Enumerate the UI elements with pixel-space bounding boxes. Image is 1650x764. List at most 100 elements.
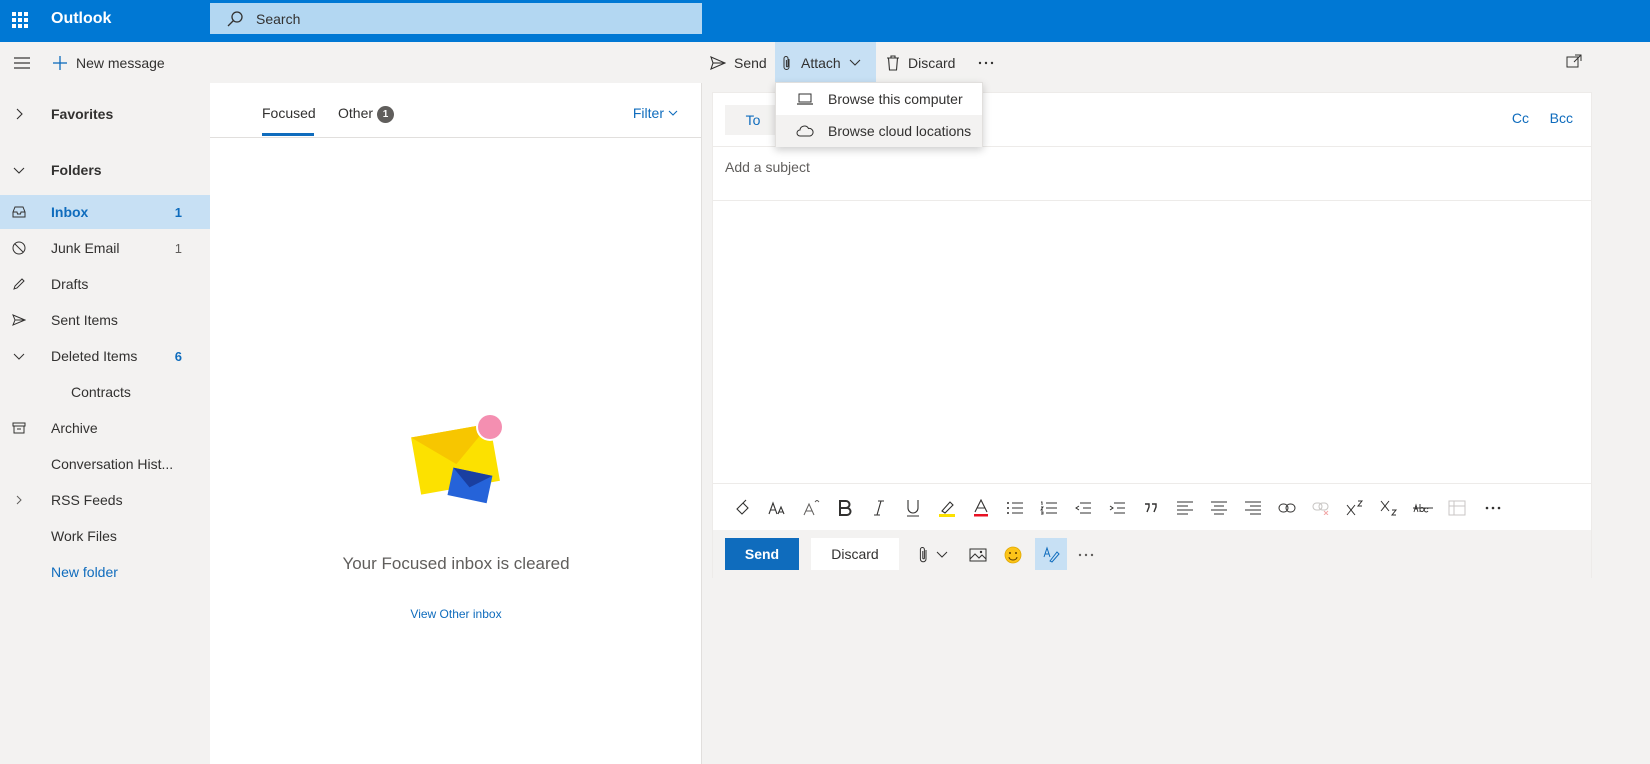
table-icon [1447,498,1467,518]
sidebar-item-drafts[interactable]: Drafts [0,267,210,301]
sidebar-item-conversation-history[interactable]: Conversation Hist... [0,447,210,481]
sidebar-item-deleted-items[interactable]: Deleted Items 6 [0,339,210,373]
unread-count: 1 [174,204,182,220]
sidebar-item-contracts[interactable]: Contracts [0,375,210,409]
italic-icon[interactable] [869,498,889,518]
empty-inbox-illustration [411,413,504,504]
send-icon [710,55,726,70]
remove-link-icon [1311,498,1331,518]
decrease-indent-icon[interactable] [1073,498,1093,518]
new-folder-link[interactable]: New folder [0,555,210,589]
nav-toggle-button[interactable] [8,42,36,83]
formatting-toolbar [713,483,1591,529]
new-message-label: New message [76,54,165,71]
quote-icon[interactable] [1141,498,1161,518]
sidebar-item-label: Conversation Hist... [51,456,174,472]
strikethrough-icon[interactable] [1413,498,1433,518]
sidebar-item-label: Inbox [51,204,89,220]
message-list: Focused Other 1 Filter Your Focused inbox… [210,83,702,764]
font-color-icon[interactable] [971,498,991,518]
subscript-icon[interactable] [1379,498,1399,518]
pencil-icon [13,278,25,290]
editor-icon[interactable] [1035,538,1067,570]
chevron-right-icon [16,108,23,120]
browse-this-computer-item[interactable]: Browse this computer [776,83,982,115]
discard-command-button[interactable]: Discard [880,42,961,83]
popout-icon[interactable] [1566,54,1582,68]
superscript-icon[interactable] [1345,498,1365,518]
hamburger-icon [14,56,30,69]
sidebar-item-label: Junk Email [51,240,120,256]
highlight-icon[interactable] [937,498,957,518]
tab-focused[interactable]: Focused [262,105,316,121]
increase-indent-icon[interactable] [1107,498,1127,518]
chevron-down-icon [13,167,25,174]
sidebar-item-label: Deleted Items [51,348,138,364]
tab-other[interactable]: Other 1 [338,105,395,123]
bullets-icon[interactable] [1005,498,1025,518]
sidebar-item-junk-email[interactable]: Junk Email 1 [0,231,210,265]
new-message-button[interactable]: New message [46,42,171,83]
attach-menu: Browse this computer Browse cloud locati… [775,82,983,147]
attach-command-button[interactable]: Attach [775,42,876,83]
tab-other-label: Other [338,105,374,121]
sidebar-item-sent-items[interactable]: Sent Items [0,303,210,337]
filter-button[interactable]: Filter [633,105,678,121]
discard-command-label: Discard [908,54,956,71]
inbox-tabs: Focused Other 1 Filter [210,83,702,138]
grow-font-icon[interactable] [801,498,821,518]
new-folder-label: New folder [51,564,118,580]
align-right-icon[interactable] [1243,498,1263,518]
underline-icon[interactable] [903,498,923,518]
sidebar-item-work-files[interactable]: Work Files [0,519,210,553]
top-bar: Outlook [0,0,1650,42]
insert-picture-icon[interactable] [967,544,989,566]
send-command-button[interactable]: Send [704,42,773,83]
bold-icon[interactable] [835,498,855,518]
search-input[interactable] [256,10,656,27]
favorites-header[interactable]: Favorites [0,97,210,131]
unread-count: 6 [174,348,182,364]
app-launcher-icon[interactable] [12,12,28,28]
other-count-badge: 1 [377,105,395,123]
bcc-button[interactable]: Bcc [1550,110,1573,126]
align-left-icon[interactable] [1175,498,1195,518]
folder-pane: Favorites Folders Inbox 1 Junk Email 1 D… [0,83,210,764]
cc-button[interactable]: Cc [1512,110,1529,126]
discard-button[interactable]: Discard [811,538,899,570]
more-icon [978,61,994,64]
sidebar-item-rss-feeds[interactable]: RSS Feeds [0,483,210,517]
font-size-icon[interactable] [767,498,787,518]
chevron-down-icon[interactable] [12,349,26,363]
inbox-icon [12,206,26,218]
subject-input[interactable]: Add a subject [725,159,810,175]
numbering-icon[interactable] [1039,498,1059,518]
folders-header[interactable]: Folders [0,153,210,187]
paperclip-icon [783,55,790,70]
more-options-icon[interactable] [1075,544,1097,566]
laptop-icon [797,93,813,105]
chevron-right-icon[interactable] [12,493,26,507]
sidebar-item-label: Contracts [71,384,131,400]
view-other-inbox-link[interactable]: View Other inbox [340,607,572,621]
more-commands-button[interactable] [972,42,1000,83]
more-formatting-icon[interactable] [1483,498,1503,518]
app-title[interactable]: Outlook [51,10,111,28]
empty-inbox-message: Your Focused inbox is cleared [342,554,570,573]
sidebar-item-archive[interactable]: Archive [0,411,210,445]
format-painter-icon[interactable] [733,498,753,518]
send-button[interactable]: Send [725,538,799,570]
to-button[interactable]: To [725,105,781,135]
browse-cloud-locations-item[interactable]: Browse cloud locations [776,115,982,147]
archive-icon [12,422,26,434]
compose-form: To Cc Bcc Add a subject Send Discard [712,92,1592,578]
sidebar-item-label: Drafts [51,276,89,292]
emoji-icon[interactable] [1002,544,1024,566]
search-box[interactable] [210,3,702,34]
sidebar-item-inbox[interactable]: Inbox 1 [0,195,210,229]
send-command-label: Send [734,54,767,71]
chevron-down-icon[interactable] [931,544,953,566]
active-tab-indicator [262,133,314,136]
align-center-icon[interactable] [1209,498,1229,518]
insert-link-icon[interactable] [1277,498,1297,518]
